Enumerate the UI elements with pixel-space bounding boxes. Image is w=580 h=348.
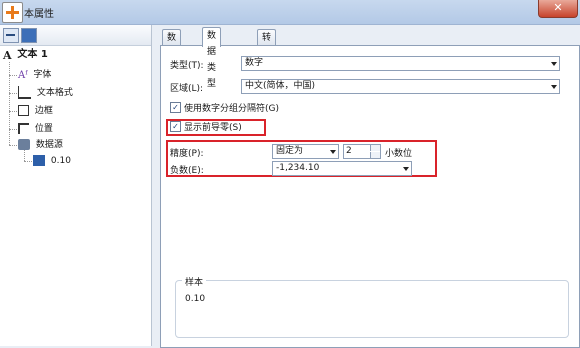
collapse-icon[interactable] bbox=[3, 28, 19, 43]
spin-up-icon[interactable] bbox=[370, 145, 380, 151]
precision-digits-stepper[interactable]: 2 bbox=[343, 144, 381, 159]
property-tree-pane: A 文本 1 Aᶠ 字体 文本格式 边框 位置 数据源 0.10 bbox=[0, 25, 152, 346]
precision-digits-value: 2 bbox=[346, 146, 352, 156]
precision-label: 精度(P): bbox=[170, 149, 204, 159]
chevron-down-icon bbox=[551, 85, 557, 89]
sample-value: 0.10 bbox=[185, 294, 206, 304]
region-label: 区域(L): bbox=[170, 84, 204, 94]
value-icon bbox=[33, 155, 45, 166]
precision-unit-label: 小数位 bbox=[385, 149, 413, 159]
text-format-icon bbox=[18, 86, 31, 99]
leading-zero-label: 显示前导零(S) bbox=[184, 123, 242, 133]
title-bar: 本属性 ✕ bbox=[0, 0, 580, 25]
tree-item-label: 边框 bbox=[34, 106, 53, 116]
group-separator-label: 使用数字分组分隔符(G) bbox=[184, 104, 279, 114]
region-select[interactable]: 中文(简体，中国) bbox=[241, 79, 560, 94]
negative-format-select[interactable]: -1,234.10 bbox=[272, 161, 412, 176]
tree-item-label: 字体 bbox=[33, 70, 52, 80]
tree-item-border[interactable]: 边框 bbox=[18, 104, 53, 118]
tree-item-label: 0.10 bbox=[50, 156, 71, 166]
tab-convert[interactable]: 转换 bbox=[257, 29, 277, 59]
region-value: 中文(简体，中国) bbox=[245, 81, 316, 91]
tree-item-label: 数据源 bbox=[35, 140, 63, 150]
spin-down-icon[interactable] bbox=[370, 152, 380, 158]
tree-root-label: 文本 1 bbox=[17, 49, 48, 60]
sample-group: 样本 0.10 bbox=[175, 275, 569, 338]
type-value: 数字 bbox=[245, 58, 264, 68]
type-label: 类型(T): bbox=[170, 61, 204, 71]
type-select[interactable]: 数字 bbox=[241, 56, 560, 71]
tree-item-label: 文本格式 bbox=[36, 88, 73, 98]
app-icon bbox=[2, 2, 23, 23]
negative-label: 负数(E): bbox=[170, 166, 204, 176]
leading-zero-checkbox[interactable]: ✓ 显示前导零(S) bbox=[170, 121, 242, 134]
tree-item-position[interactable]: 位置 bbox=[18, 122, 53, 136]
precision-mode-value: 固定为 bbox=[276, 146, 304, 156]
chevron-down-icon bbox=[403, 167, 409, 171]
tree-item-font[interactable]: Aᶠ 字体 bbox=[18, 68, 51, 82]
chevron-down-icon bbox=[551, 62, 557, 66]
position-icon bbox=[18, 123, 29, 134]
font-icon: Aᶠ bbox=[18, 70, 28, 81]
tree-item-label: 位置 bbox=[34, 124, 53, 134]
datatype-panel: 类型(T): 数字 区域(L): 中文(简体，中国) ✓ 使用数字分组分隔符(G)… bbox=[160, 45, 580, 348]
tree-toolbar bbox=[0, 25, 151, 46]
checkbox-checked-icon: ✓ bbox=[170, 121, 181, 132]
tab-datasource[interactable]: 数据源 bbox=[162, 29, 182, 75]
checkbox-checked-icon: ✓ bbox=[170, 102, 181, 113]
text-object-icon: A bbox=[3, 49, 12, 62]
group-separator-checkbox[interactable]: ✓ 使用数字分组分隔符(G) bbox=[170, 102, 279, 115]
expand-icon[interactable] bbox=[21, 28, 37, 43]
tree-root[interactable]: A 文本 1 bbox=[3, 48, 48, 62]
tree-item-text-format[interactable]: 文本格式 bbox=[18, 86, 73, 100]
sample-label: 样本 bbox=[182, 275, 207, 288]
border-icon bbox=[18, 105, 29, 116]
close-button[interactable]: ✕ bbox=[538, 0, 578, 18]
precision-mode-select[interactable]: 固定为 bbox=[272, 144, 339, 159]
datasource-icon bbox=[18, 139, 30, 150]
negative-format-value: -1,234.10 bbox=[276, 163, 320, 173]
window-title: 本属性 bbox=[24, 9, 54, 20]
chevron-down-icon bbox=[330, 150, 336, 154]
properties-panel: 数据源 数据类型 转换 类型(T): 数字 区域(L): 中文(简体，中国) ✓… bbox=[152, 25, 580, 348]
tree-item-value[interactable]: 0.10 bbox=[33, 154, 71, 168]
tab-datatype[interactable]: 数据类型 bbox=[202, 27, 222, 89]
